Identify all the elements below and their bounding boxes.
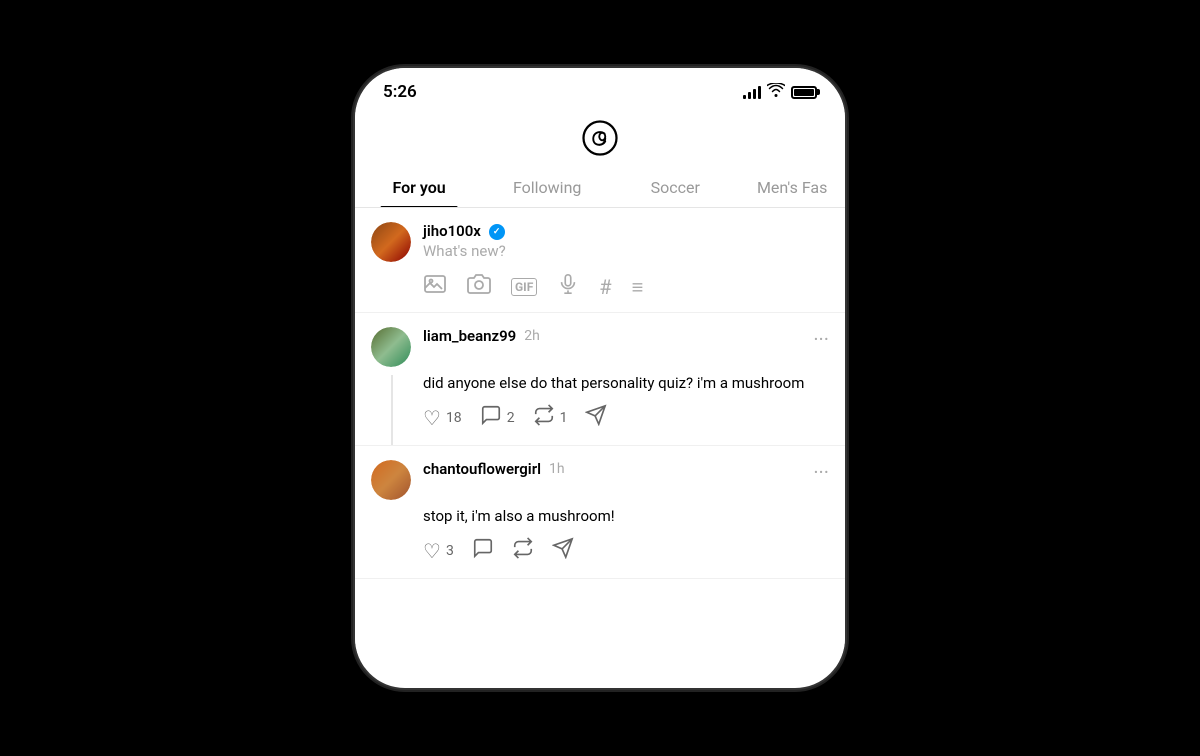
share-button[interactable] <box>585 404 607 431</box>
comment-icon <box>472 537 494 564</box>
mic-icon[interactable] <box>557 273 579 301</box>
tab-following[interactable]: Following <box>483 166 611 207</box>
status-icons <box>743 83 817 101</box>
post-item: chantouflowergirl 1h ··· stop it, i'm al… <box>355 446 845 579</box>
compose-actions: GIF # ≡ <box>423 272 829 302</box>
tab-for-you[interactable]: For you <box>355 166 483 207</box>
comment-button[interactable] <box>472 537 494 564</box>
repost-count: 1 <box>560 410 568 426</box>
post-user-info: chantouflowergirl 1h <box>423 460 813 478</box>
compose-area: jiho100x What's new? <box>355 208 845 313</box>
share-icon <box>585 404 607 431</box>
camera-icon[interactable] <box>467 272 491 302</box>
compose-username: jiho100x <box>423 222 829 240</box>
post-actions: ♡ 18 2 1 <box>423 404 829 431</box>
heart-icon: ♡ <box>423 406 441 430</box>
wifi-icon <box>767 83 785 101</box>
compose-right: jiho100x What's new? <box>423 222 829 302</box>
like-count: 18 <box>446 410 462 426</box>
phone-frame: 5:26 <box>355 68 845 688</box>
post-more-button[interactable]: ··· <box>813 327 829 351</box>
heart-icon: ♡ <box>423 539 441 563</box>
post-time: 1h <box>549 461 565 477</box>
comment-count: 2 <box>507 410 515 426</box>
repost-button[interactable] <box>512 537 534 564</box>
post-user-info: liam_beanz99 2h <box>423 327 813 345</box>
like-button[interactable]: ♡ 18 <box>423 406 462 430</box>
repost-icon <box>512 537 534 564</box>
gif-icon[interactable]: GIF <box>511 278 537 296</box>
share-button[interactable] <box>552 537 574 564</box>
post-more-button[interactable]: ··· <box>813 460 829 484</box>
post-avatar-chantou <box>371 460 411 500</box>
signal-icon <box>743 85 761 99</box>
feed-container[interactable]: jiho100x What's new? <box>355 208 845 668</box>
repost-button[interactable]: 1 <box>533 404 568 431</box>
list-icon[interactable]: ≡ <box>632 275 644 300</box>
compose-avatar <box>371 222 411 262</box>
hashtag-icon[interactable]: # <box>599 275 611 299</box>
like-button[interactable]: ♡ 3 <box>423 539 454 563</box>
post-username: chantouflowergirl <box>423 460 541 478</box>
post-content: stop it, i'm also a mushroom! <box>423 506 829 527</box>
like-count: 3 <box>446 543 454 559</box>
status-time: 5:26 <box>383 82 417 102</box>
tabs-bar: For you Following Soccer Men's Fas <box>355 166 845 208</box>
image-icon[interactable] <box>423 272 447 302</box>
repost-icon <box>533 404 555 431</box>
post-username-row: chantouflowergirl 1h <box>423 460 813 478</box>
thread-line <box>391 375 393 445</box>
post-header: chantouflowergirl 1h ··· <box>371 460 829 500</box>
post-item: liam_beanz99 2h ··· did anyone else do t… <box>355 313 845 446</box>
post-actions: ♡ 3 <box>423 537 829 564</box>
verified-badge <box>489 224 505 240</box>
tab-mens-fashion[interactable]: Men's Fas <box>739 166 845 207</box>
comment-button[interactable]: 2 <box>480 404 515 431</box>
share-icon <box>552 537 574 564</box>
post-time: 2h <box>524 328 540 344</box>
post-avatar-liam <box>371 327 411 367</box>
compose-placeholder[interactable]: What's new? <box>423 242 829 260</box>
post-content: did anyone else do that personality quiz… <box>423 373 829 394</box>
post-username-row: liam_beanz99 2h <box>423 327 813 345</box>
post-header: liam_beanz99 2h ··· <box>371 327 829 367</box>
tab-soccer[interactable]: Soccer <box>611 166 739 207</box>
battery-icon <box>791 86 817 99</box>
status-bar: 5:26 <box>355 68 845 110</box>
comment-icon <box>480 404 502 431</box>
post-username: liam_beanz99 <box>423 327 516 345</box>
threads-logo <box>582 120 618 160</box>
app-header <box>355 110 845 166</box>
